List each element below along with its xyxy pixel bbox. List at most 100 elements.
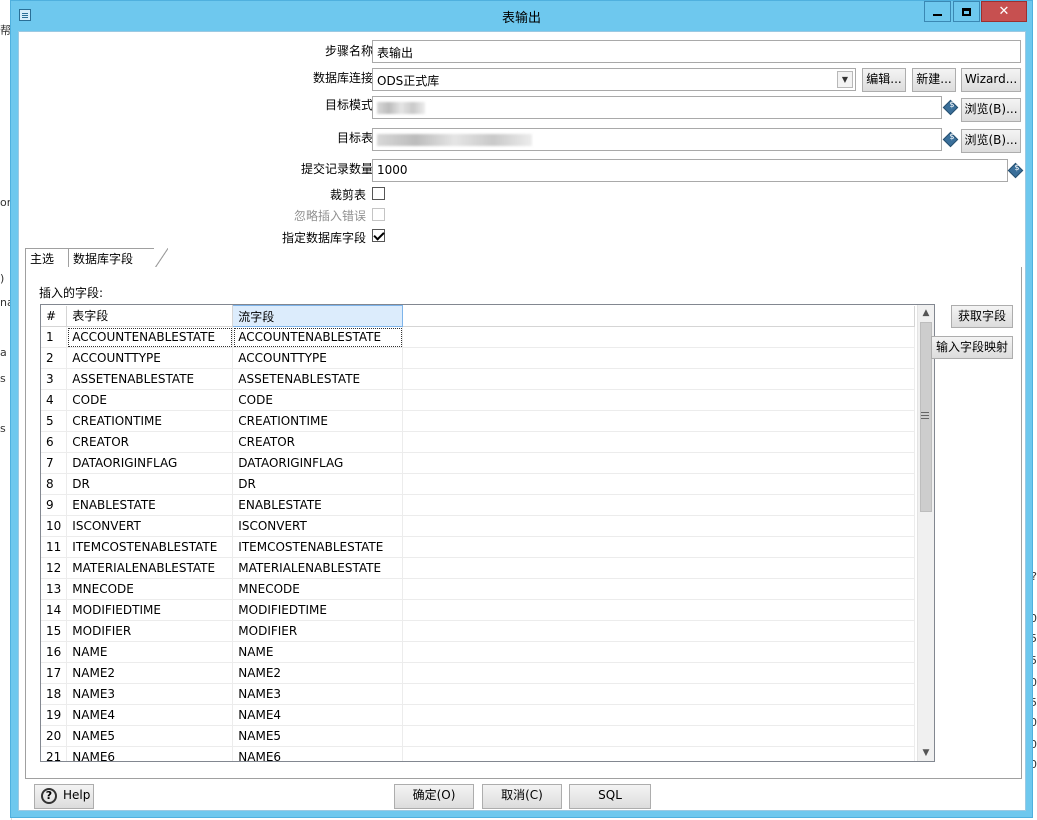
table-field-cell[interactable]: ENABLESTATE [66, 494, 234, 516]
target-schema-input[interactable] [372, 96, 942, 119]
row-index-cell[interactable]: 14 [41, 599, 68, 621]
table-field-cell[interactable]: ACCOUNTENABLESTATE [66, 326, 234, 348]
stream-field-cell[interactable]: ITEMCOSTENABLESTATE [232, 536, 404, 558]
table-field-cell[interactable]: DATAORIGINFLAG [66, 452, 234, 474]
table-row[interactable]: 14 MODIFIEDTIME MODIFIEDTIME [41, 599, 916, 621]
row-index-cell[interactable]: 5 [41, 410, 68, 432]
stream-field-cell[interactable]: MODIFIEDTIME [232, 599, 404, 621]
sql-button[interactable]: SQL [569, 784, 651, 809]
step-name-input[interactable]: 表输出 [372, 40, 1021, 63]
table-field-cell[interactable]: NAME2 [66, 662, 234, 684]
row-index-cell[interactable]: 6 [41, 431, 68, 453]
row-index-cell[interactable]: 4 [41, 389, 68, 411]
table-row[interactable]: 12 MATERIALENABLESTATE MATERIALENABLESTATE [41, 557, 916, 579]
table-row[interactable]: 5 CREATIONTIME CREATIONTIME [41, 410, 916, 432]
field-mapping-table[interactable]: # 表字段 流字段 1 ACCOUNTENABLESTATE ACCOUNTENAB… [40, 304, 935, 762]
edit-connection-button[interactable]: 编辑... [862, 68, 906, 92]
row-index-cell[interactable]: 18 [41, 683, 68, 705]
title-bar[interactable]: 表输出 ✕ [11, 1, 1032, 31]
row-index-cell[interactable]: 16 [41, 641, 68, 663]
table-field-cell[interactable]: CREATOR [66, 431, 234, 453]
stream-field-cell[interactable]: CREATOR [232, 431, 404, 453]
stream-field-cell[interactable]: DR [232, 473, 404, 495]
row-index-cell[interactable]: 21 [41, 746, 68, 761]
stream-field-cell[interactable]: DATAORIGINFLAG [232, 452, 404, 474]
stream-field-cell[interactable]: NAME6 [232, 746, 404, 761]
stream-field-cell[interactable]: MNECODE [232, 578, 404, 600]
table-row[interactable]: 20 NAME5 NAME5 [41, 725, 916, 747]
stream-field-cell[interactable]: CODE [232, 389, 404, 411]
table-field-cell[interactable]: MODIFIEDTIME [66, 599, 234, 621]
stream-field-cell[interactable]: ASSETENABLESTATE [232, 368, 404, 390]
enter-field-mapping-button[interactable]: 输入字段映射 [931, 336, 1013, 359]
table-row[interactable]: 4 CODE CODE [41, 389, 916, 411]
table-row[interactable]: 10 ISCONVERT ISCONVERT [41, 515, 916, 537]
row-index-cell[interactable]: 12 [41, 557, 68, 579]
table-row[interactable]: 7 DATAORIGINFLAG DATAORIGINFLAG [41, 452, 916, 474]
table-field-cell[interactable]: CODE [66, 389, 234, 411]
table-field-cell[interactable]: NAME [66, 641, 234, 663]
row-index-cell[interactable]: 9 [41, 494, 68, 516]
commit-size-input[interactable]: 1000 [372, 159, 1008, 182]
get-fields-button[interactable]: 获取字段 [951, 305, 1013, 328]
table-row[interactable]: 21 NAME6 NAME6 [41, 746, 916, 761]
wizard-button[interactable]: Wizard... [961, 68, 1021, 92]
stream-field-cell[interactable]: ENABLESTATE [232, 494, 404, 516]
stream-field-cell[interactable]: NAME2 [232, 662, 404, 684]
stream-field-cell[interactable]: NAME4 [232, 704, 404, 726]
stream-field-cell[interactable]: NAME3 [232, 683, 404, 705]
column-header-table-field[interactable]: 表字段 [66, 305, 234, 327]
chevron-down-icon[interactable]: ▼ [837, 71, 853, 88]
table-row[interactable]: 9 ENABLESTATE ENABLESTATE [41, 494, 916, 516]
table-row[interactable]: 2 ACCOUNTTYPE ACCOUNTTYPE [41, 347, 916, 369]
column-header-index[interactable]: # [41, 305, 68, 327]
close-button[interactable]: ✕ [981, 1, 1027, 22]
table-field-cell[interactable]: ASSETENABLESTATE [66, 368, 234, 390]
help-button[interactable]: ? Help [34, 784, 94, 809]
table-field-cell[interactable]: MNECODE [66, 578, 234, 600]
table-row[interactable]: 18 NAME3 NAME3 [41, 683, 916, 705]
table-row[interactable]: 3 ASSETENABLESTATE ASSETENABLESTATE [41, 368, 916, 390]
row-index-cell[interactable]: 2 [41, 347, 68, 369]
scroll-down-icon[interactable]: ▼ [918, 745, 934, 761]
stream-field-cell[interactable]: CREATIONTIME [232, 410, 404, 432]
table-field-cell[interactable]: NAME5 [66, 725, 234, 747]
row-index-cell[interactable]: 1 [41, 326, 68, 348]
table-row[interactable]: 1 ACCOUNTENABLESTATE ACCOUNTENABLESTATE [41, 326, 916, 348]
table-field-cell[interactable]: MATERIALENABLESTATE [66, 557, 234, 579]
minimize-button[interactable] [924, 1, 951, 22]
stream-field-cell[interactable]: ISCONVERT [232, 515, 404, 537]
table-field-cell[interactable]: MODIFIER [66, 620, 234, 642]
table-field-cell[interactable]: ACCOUNTTYPE [66, 347, 234, 369]
ignore-errors-checkbox[interactable] [372, 208, 385, 221]
row-index-cell[interactable]: 10 [41, 515, 68, 537]
ok-button[interactable]: 确定(O) [394, 784, 474, 809]
row-index-cell[interactable]: 15 [41, 620, 68, 642]
tab-database-fields[interactable]: 数据库字段 [68, 248, 168, 269]
table-row[interactable]: 17 NAME2 NAME2 [41, 662, 916, 684]
browse-schema-button[interactable]: 浏览(B)... [961, 98, 1021, 122]
scroll-up-icon[interactable]: ▲ [918, 305, 934, 321]
new-connection-button[interactable]: 新建... [912, 68, 956, 92]
column-header-stream-field[interactable]: 流字段 [232, 305, 404, 327]
row-index-cell[interactable]: 20 [41, 725, 68, 747]
stream-field-cell[interactable]: ACCOUNTENABLESTATE [232, 326, 404, 348]
row-index-cell[interactable]: 7 [41, 452, 68, 474]
table-field-cell[interactable]: NAME6 [66, 746, 234, 761]
table-field-cell[interactable]: DR [66, 473, 234, 495]
connection-select[interactable]: ODS正式库 ▼ [372, 68, 856, 91]
target-table-input[interactable] [372, 128, 942, 151]
table-row[interactable]: 19 NAME4 NAME4 [41, 704, 916, 726]
row-index-cell[interactable]: 13 [41, 578, 68, 600]
row-index-cell[interactable]: 3 [41, 368, 68, 390]
stream-field-cell[interactable]: ACCOUNTTYPE [232, 347, 404, 369]
row-index-cell[interactable]: 17 [41, 662, 68, 684]
row-index-cell[interactable]: 19 [41, 704, 68, 726]
browse-table-button[interactable]: 浏览(B)... [961, 129, 1021, 153]
cancel-button[interactable]: 取消(C) [482, 784, 562, 809]
table-field-cell[interactable]: NAME4 [66, 704, 234, 726]
maximize-button[interactable] [953, 1, 980, 22]
table-field-cell[interactable]: CREATIONTIME [66, 410, 234, 432]
table-row[interactable]: 6 CREATOR CREATOR [41, 431, 916, 453]
stream-field-cell[interactable]: MATERIALENABLESTATE [232, 557, 404, 579]
